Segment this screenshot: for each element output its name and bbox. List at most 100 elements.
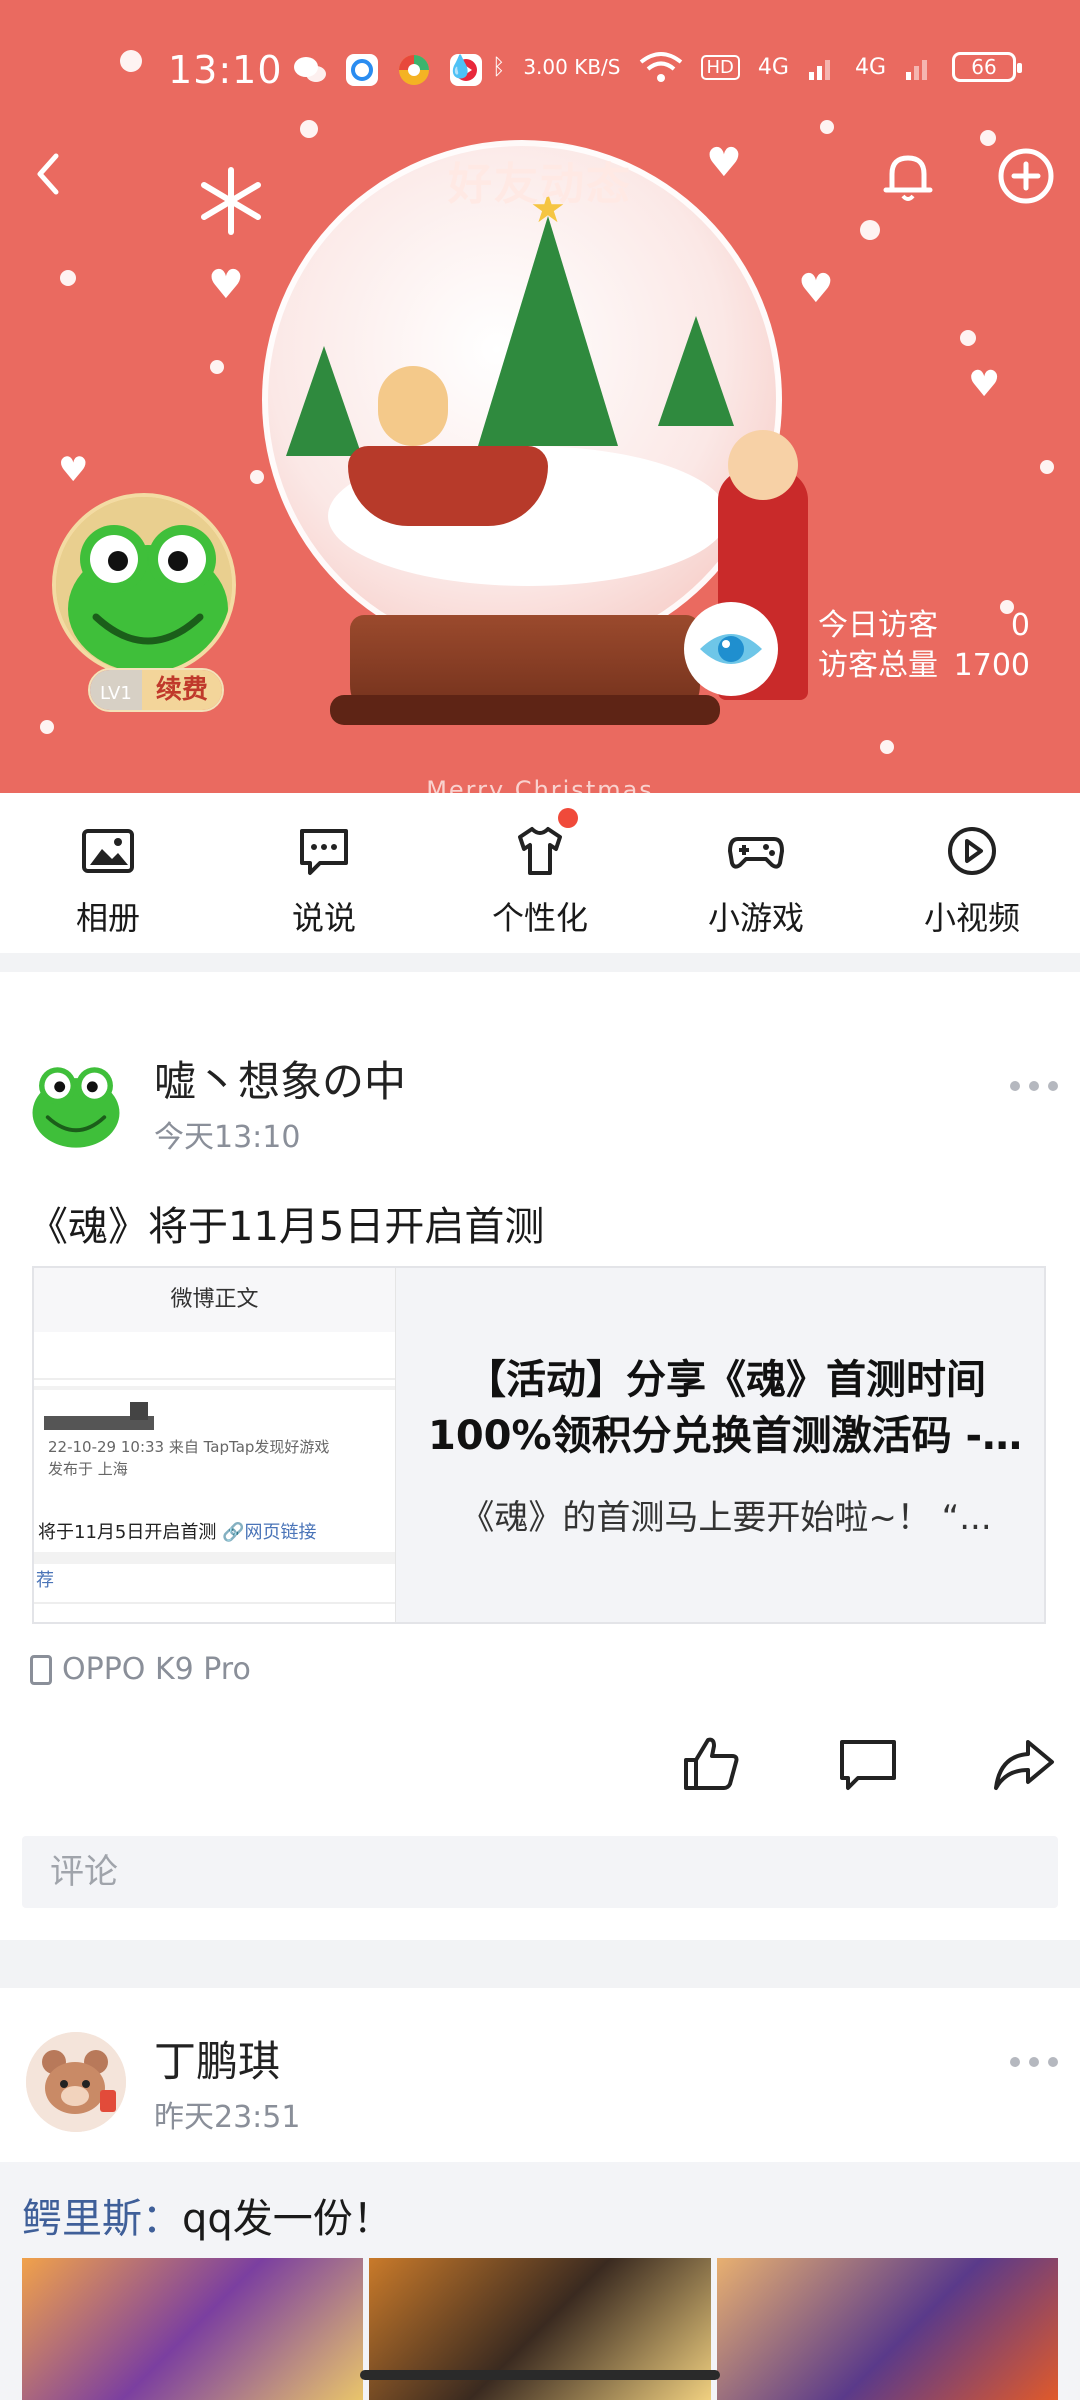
device-info: OPPO K9 Pro — [30, 1652, 251, 1687]
nav-minigame[interactable]: 小游戏 — [648, 793, 864, 953]
phone-icon — [30, 1654, 52, 1685]
tree — [286, 346, 362, 456]
post-time: 昨天23:51 — [154, 2100, 301, 2135]
heart-icon: ♥ — [58, 450, 89, 490]
signal-icon — [906, 60, 927, 80]
divider — [34, 1602, 395, 1604]
repost-separator: ： — [142, 2196, 182, 2242]
bell-icon[interactable] — [876, 144, 940, 208]
christmas-tree — [478, 216, 618, 446]
network-type-2: 4G — [854, 54, 886, 80]
notification-dot — [558, 808, 578, 828]
network-type-1: 4G — [757, 54, 789, 80]
thumb-text-body: 将于11月5日开启首测 — [38, 1522, 217, 1543]
vip-badge[interactable]: LV1 续费 — [88, 668, 224, 712]
link-title-line1: 【活动】分享《魂》首测时间 — [466, 1357, 986, 1403]
shared-link-card[interactable]: 微博正文 22-10-29 10:33 来自 TapTap发现好游戏 发布于 上… — [32, 1266, 1046, 1624]
visitors-today: 今日访客 0 — [818, 606, 1030, 646]
link-description: 《魂》的首测马上要开始啦~！ “... — [460, 1498, 992, 1538]
camera-app-icon — [399, 55, 429, 85]
post-author-name[interactable]: 嘘丶想象の中 — [154, 1048, 406, 1109]
girl-figure — [378, 366, 448, 446]
play-icon — [948, 827, 996, 875]
profile-avatar[interactable] — [52, 493, 236, 677]
chat-bubble-icon — [300, 829, 348, 875]
feed-post: 嘘丶想象の中 今天13:10 《魂》将于11月5日开启首测 微博正文 22-10… — [0, 972, 1080, 1940]
profile-cover[interactable]: ♥ ♥ ♥ ♥ ♥ ★ 13:10 💧 ᛒ 3.00 KB/S HD 4G 4G… — [0, 0, 1080, 793]
post-author-avatar[interactable] — [26, 2032, 126, 2132]
gamepad-icon — [728, 837, 784, 869]
sleigh — [348, 446, 548, 526]
photo-thumbnail[interactable] — [22, 2258, 364, 2400]
comment-input[interactable]: 评论 — [22, 1836, 1058, 1908]
link-thumbnail: 微博正文 22-10-29 10:33 来自 TapTap发现好游戏 发布于 上… — [34, 1268, 396, 1622]
status-indicators: 💧 ᛒ 3.00 KB/S HD 4G 4G 66 — [446, 50, 1022, 84]
visitor-stats[interactable]: 今日访客 0 访客总量 1700 — [818, 606, 1030, 686]
nav-shortvideo[interactable]: 小视频 — [864, 793, 1080, 953]
photo-thumbnail[interactable] — [716, 2258, 1058, 2400]
status-time: 13:10 — [168, 48, 283, 92]
drop-icon: 💧 — [446, 54, 475, 80]
nav-label: 小视频 — [923, 899, 1020, 937]
frog-avatar-image — [56, 497, 232, 673]
blurred-avatar — [130, 1402, 148, 1420]
hd-icon: HD — [700, 54, 740, 80]
more-options-icon[interactable] — [1010, 2052, 1058, 2072]
like-icon[interactable] — [680, 1732, 744, 1796]
home-indicator[interactable] — [360, 2370, 720, 2380]
visitors-total-value: 1700 — [953, 648, 1030, 683]
thumb-tail: 荐 — [36, 1570, 54, 1591]
wechat-icon — [294, 57, 326, 82]
signal-icon — [808, 60, 830, 80]
comment-icon[interactable] — [836, 1732, 900, 1796]
level-label: LV1 — [90, 670, 142, 710]
nav-label: 个性化 — [491, 899, 588, 937]
heart-icon: ♥ — [208, 262, 244, 308]
nav-album[interactable]: 相册 — [0, 793, 216, 953]
browser-icon — [346, 54, 378, 86]
quick-nav: 相册 说说 个性化 小游戏 小视频 — [0, 793, 1080, 953]
renew-button[interactable]: 续费 — [141, 670, 222, 710]
more-options-icon[interactable] — [1010, 1076, 1058, 1096]
visitor-eye-button[interactable] — [684, 602, 778, 696]
device-name: OPPO K9 Pro — [62, 1652, 251, 1687]
net-speed: 3.00 KB/S — [523, 55, 621, 79]
feed-post: 丁鹏琪 昨天23:51 鳄里斯：qq发一份！ — [0, 1988, 1080, 2400]
heart-icon: ♥ — [968, 364, 1001, 405]
nav-shuoshuo[interactable]: 说说 — [216, 793, 432, 953]
post-author-name[interactable]: 丁鹏琪 — [154, 2028, 280, 2089]
eye-icon — [700, 634, 762, 664]
nav-label: 相册 — [75, 899, 140, 937]
repost-block[interactable]: 鳄里斯：qq发一份！ — [0, 2162, 1080, 2400]
post-author-avatar[interactable] — [26, 1052, 126, 1152]
snow-dot — [250, 470, 264, 484]
post-text: 《魂》将于11月5日开启首测 — [28, 1204, 545, 1250]
share-icon[interactable] — [992, 1732, 1056, 1796]
post-actions — [680, 1732, 1056, 1796]
add-icon[interactable] — [994, 144, 1058, 208]
status-bar: 13:10 💧 ᛒ 3.00 KB/S HD 4G 4G 66 — [0, 40, 1080, 100]
snow-dot — [880, 740, 894, 754]
snow-dot — [860, 220, 880, 240]
visitors-total-label: 访客总量 — [818, 648, 938, 683]
thumb-web-link: 🔗网页链接 — [222, 1522, 317, 1543]
snow-dot — [60, 270, 76, 286]
repost-text: 鳄里斯：qq发一份！ — [22, 2186, 393, 2244]
top-bar: 好友动态 — [0, 130, 1080, 220]
visitors-today-label: 今日访客 — [818, 608, 938, 643]
visitors-today-value: 0 — [1010, 608, 1030, 643]
divider — [34, 1386, 395, 1390]
cover-caption: Merry Christmas — [426, 776, 654, 793]
divider — [34, 1378, 395, 1380]
prince-head — [728, 430, 798, 500]
nav-label: 说说 — [291, 899, 356, 937]
wifi-icon — [639, 52, 682, 82]
album-icon — [82, 829, 134, 873]
shirt-icon — [518, 827, 562, 875]
bear-avatar-image — [26, 2032, 126, 2132]
snow-dot — [960, 330, 976, 346]
repost-author[interactable]: 鳄里斯 — [22, 2196, 142, 2242]
nav-personalize[interactable]: 个性化 — [432, 793, 648, 953]
repost-content: qq发一份！ — [182, 2196, 393, 2242]
post-time: 今天13:10 — [154, 1120, 301, 1155]
